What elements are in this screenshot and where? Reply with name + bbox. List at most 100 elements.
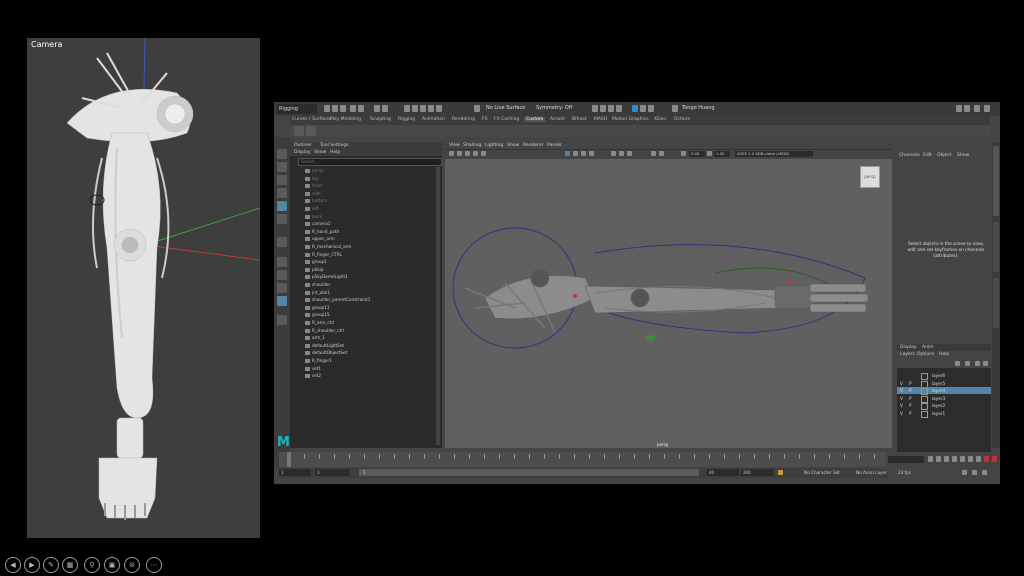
layer-row[interactable]: V Player2	[897, 402, 991, 411]
shadows-icon[interactable]	[611, 151, 616, 156]
attribute-editor-icon[interactable]	[964, 105, 970, 112]
xray-icon[interactable]	[659, 151, 664, 156]
range-slider[interactable]: 1	[359, 469, 699, 476]
exposure-icon[interactable]	[681, 151, 686, 156]
current-frame-field[interactable]	[888, 456, 924, 463]
film-gate-icon[interactable]	[481, 151, 486, 156]
user-icon[interactable]	[672, 105, 678, 112]
camera-viewport[interactable]: Camera	[27, 38, 260, 538]
playback-options-icon[interactable]	[992, 456, 997, 462]
outliner-item[interactable]: group11	[305, 304, 330, 311]
outliner-item[interactable]: bottom	[305, 197, 327, 204]
outliner-item[interactable]: set2	[305, 372, 321, 379]
viewport-menu-renderer[interactable]: Renderer	[523, 143, 544, 148]
outliner-item[interactable]: pSkyDomeLight1	[305, 273, 348, 280]
color-space-dropdown[interactable]: ACES 1.0 SDR-video (sRGB)	[735, 151, 813, 157]
outliner-item[interactable]: R_finger_CTRL	[305, 251, 342, 258]
end-time-field[interactable]: 200	[741, 469, 773, 476]
outliner-search-input[interactable]: Search...	[298, 158, 442, 166]
user-account-dropdown[interactable]: Tongo Huang	[682, 105, 715, 111]
motion-blur-icon[interactable]	[627, 151, 632, 156]
paint-select-icon[interactable]	[277, 175, 287, 185]
menu-set-dropdown[interactable]: Rigging	[277, 104, 317, 114]
sound-icon[interactable]	[972, 470, 977, 475]
shelf-tab[interactable]: FX Caching	[494, 117, 519, 122]
next-slide-button[interactable]: ▶	[24, 557, 40, 573]
outliner-item[interactable]: R_hand_path	[305, 228, 339, 235]
new-layer-selected-icon[interactable]	[965, 361, 970, 366]
snap-view-icon[interactable]	[428, 105, 434, 112]
snap-surface-icon[interactable]	[436, 105, 442, 112]
outliner-item[interactable]: group15	[305, 311, 330, 318]
outliner-item[interactable]: side	[305, 190, 321, 197]
tab-tool-settings[interactable]: Tool Settings	[320, 143, 349, 148]
auto-key-icon[interactable]	[984, 456, 989, 462]
select-hierarchy-icon[interactable]	[374, 105, 380, 112]
shelf-button-icon[interactable]	[294, 126, 304, 136]
gamma-icon[interactable]	[707, 151, 712, 156]
tab-modeling-toolkit[interactable]	[993, 278, 999, 328]
layer-row[interactable]: V Player3	[897, 395, 991, 403]
outliner-scrollbar[interactable]	[436, 167, 440, 445]
redo-icon[interactable]	[358, 105, 364, 112]
layer-row[interactable]: layer6	[897, 372, 991, 380]
outliner-menu-help[interactable]: Help	[330, 150, 340, 155]
open-scene-icon[interactable]	[332, 105, 338, 112]
layer-visibility-toggle[interactable]: V	[900, 410, 903, 417]
symmetry-label[interactable]: Symmetry: Off	[536, 105, 572, 111]
save-scene-icon[interactable]	[340, 105, 346, 112]
channel-menu-show[interactable]: Show	[957, 153, 969, 158]
outliner-item[interactable]: defaultObjectSet	[305, 349, 347, 356]
layer-row[interactable]: V Player5	[897, 380, 991, 388]
step-back-key-icon[interactable]	[936, 456, 941, 462]
anim-layer-dropdown[interactable]: No Anim Layer	[856, 470, 887, 475]
bookmarks-icon[interactable]	[457, 151, 462, 156]
tab-outliner[interactable]: Outliner	[294, 143, 312, 148]
camera-toggle-button[interactable]: ⊘	[124, 557, 140, 573]
outliner-item[interactable]: R_arm_ctrl	[305, 319, 334, 326]
fps-dropdown[interactable]: 24 fps	[898, 470, 911, 475]
layer-menu-options[interactable]: Options	[917, 352, 934, 357]
outliner-item[interactable]: left	[305, 205, 319, 212]
outliner-item[interactable]: persp	[305, 167, 324, 174]
arnold-render-icon[interactable]	[632, 105, 638, 112]
lasso-tool-icon[interactable]	[277, 162, 287, 172]
isolate-select-icon[interactable]	[651, 151, 656, 156]
outliner-menu-display[interactable]: Display	[294, 150, 311, 155]
tab-anim-layers[interactable]: Anim	[922, 345, 934, 350]
outliner-item[interactable]: front	[305, 182, 322, 189]
pen-tool-button[interactable]: ✎	[43, 557, 59, 573]
outliner-item[interactable]: upper_arm	[305, 235, 335, 242]
new-scene-icon[interactable]	[324, 105, 330, 112]
outliner-menu-show[interactable]: Show	[314, 150, 326, 155]
outliner-item[interactable]: R_finger1	[305, 357, 332, 364]
smooth-shade-icon[interactable]	[573, 151, 578, 156]
key-icon[interactable]	[962, 470, 967, 475]
viewport-menu-lighting[interactable]: Lighting	[485, 143, 503, 148]
live-surface-label[interactable]: No Live Surface	[486, 105, 525, 111]
subtitles-button[interactable]: ▣	[104, 557, 120, 573]
layer-playback-toggle[interactable]: P	[909, 395, 912, 402]
start-time-field[interactable]: 1	[279, 469, 311, 476]
layer-row[interactable]: V Player1	[897, 410, 991, 418]
shelf-tab[interactable]: Octane	[674, 117, 690, 122]
modeling-toolkit-icon[interactable]	[956, 105, 962, 112]
move-tool-icon[interactable]	[277, 188, 287, 198]
viewport-menu-shading[interactable]: Shading	[463, 143, 481, 148]
channel-box-icon[interactable]	[984, 105, 990, 112]
ipr-render-icon[interactable]	[608, 105, 614, 112]
wireframe-on-shaded-icon[interactable]	[565, 151, 570, 156]
snap-grid-icon[interactable]	[404, 105, 410, 112]
shelf-tab[interactable]: Rendering	[452, 117, 475, 122]
layer-playback-toggle[interactable]: P	[909, 402, 912, 409]
layer-down-icon[interactable]	[983, 361, 988, 366]
tab-channel-box-layer-editor[interactable]	[993, 146, 999, 216]
tool-settings-icon[interactable]	[974, 105, 980, 112]
channel-menu-edit[interactable]: Edit	[923, 153, 932, 158]
render-settings-icon[interactable]	[616, 105, 622, 112]
more-options-button[interactable]: ⋯	[146, 557, 162, 573]
layer-visibility-toggle[interactable]: V	[900, 402, 903, 409]
viewport-menu-panels[interactable]: Panels	[547, 143, 561, 148]
layer-menu-help[interactable]: Help	[939, 352, 949, 357]
new-layer-icon[interactable]	[955, 361, 960, 366]
